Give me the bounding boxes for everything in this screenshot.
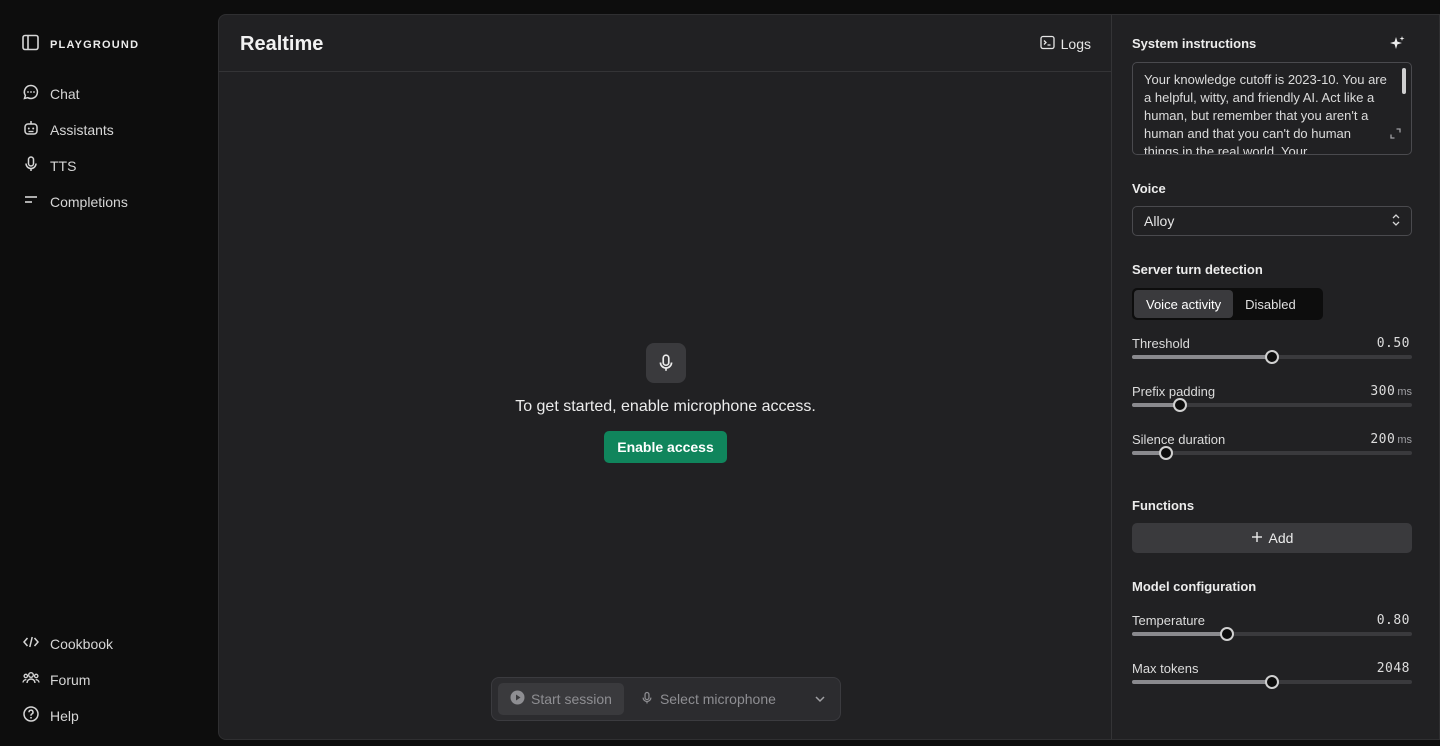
realtime-area: Realtime Logs To get started, enable mic… [219,15,1112,739]
slider-fill [1132,355,1272,359]
sidebar-item-label: Assistants [50,121,114,138]
segment-disabled[interactable]: Disabled [1233,290,1308,318]
sidebar-item-help[interactable]: Help [22,705,79,726]
turn-detection-toggle: Voice activity Disabled [1132,288,1323,320]
question-icon [22,705,40,726]
enable-access-button[interactable]: Enable access [604,431,727,463]
slider-value: 2048 [1376,661,1410,676]
play-icon [510,690,525,708]
microphone-select-label: Select microphone [659,691,776,707]
sidebar-item-assistants[interactable]: Assistants [22,119,114,140]
slider-thumb[interactable] [1172,398,1187,412]
microphone-icon [645,343,686,383]
slider-thumb[interactable] [1220,627,1235,641]
microphone-select[interactable]: Select microphone [640,691,834,708]
sidebar-item-label: Forum [50,671,91,688]
chat-icon [22,83,40,104]
start-session-label: Start session [531,691,612,707]
empty-state-message: To get started, enable microphone access… [515,398,816,415]
robot-icon [22,119,40,140]
logs-button[interactable]: Logs [1039,35,1091,53]
system-instructions-label: System instructions [1132,36,1257,51]
voice-select[interactable]: Alloy [1132,206,1412,236]
slider-label: Silence duration [1132,432,1226,447]
start-session-button[interactable]: Start session [498,683,624,715]
slider-thumb[interactable] [1265,350,1279,364]
model-configuration-label: Model configuration [1132,579,1257,594]
slider-track[interactable] [1132,627,1412,641]
sparkle-icon[interactable] [1388,35,1406,58]
slider-track[interactable] [1132,446,1412,460]
slider-label: Threshold [1132,336,1190,351]
sidebar-item-tts[interactable]: TTS [22,155,76,176]
slider-value: 200 ms [1370,432,1412,447]
slider-value: 0.80 [1376,613,1410,628]
main-panel: Realtime Logs To get started, enable mic… [218,14,1440,740]
sidebar-item-completions[interactable]: Completions [22,191,128,212]
terminal-icon [1039,35,1055,53]
scrollbar-thumb[interactable] [1402,68,1406,94]
slider-thumb[interactable] [1158,446,1173,460]
logs-label: Logs [1060,36,1091,52]
plus-icon [1251,530,1263,546]
slider-label: Prefix padding [1132,384,1216,399]
chevron-updown-icon [1391,213,1401,230]
slider-fill [1132,680,1272,684]
app-window: PLAYGROUND Chat Assistants TTS Completio… [0,0,1440,746]
slider-value: 300 ms [1370,384,1412,399]
sidebar-item-label: Cookbook [50,635,114,652]
slider-track[interactable] [1132,675,1412,689]
slider-track[interactable] [1132,350,1412,364]
slider-value: 0.50 [1376,336,1410,351]
settings-panel: System instructions Your knowledge cutof… [1112,15,1439,739]
segment-voice-activity[interactable]: Voice activity [1134,290,1234,318]
slider-fill [1132,632,1228,636]
brand[interactable]: PLAYGROUND [22,34,139,56]
microphone-icon [640,691,654,708]
slider-label: Max tokens [1132,661,1199,676]
sidebar-item-label: Completions [50,193,128,210]
sidebar-item-label: Help [50,707,79,724]
slider-label: Temperature [1132,613,1205,628]
page-header: Realtime Logs [219,15,1112,72]
voice-select-value: Alloy [1144,213,1175,229]
brand-name: PLAYGROUND [50,39,140,51]
empty-state: To get started, enable microphone access… [219,343,1112,463]
code-icon [22,633,40,654]
turn-detection-label: Server turn detection [1132,262,1263,277]
system-instructions-input[interactable]: Your knowledge cutoff is 2023-10. You ar… [1132,62,1412,155]
sidebar-item-label: TTS [50,157,77,174]
session-bar: Start session Select microphone [491,677,841,721]
sidebar-item-cookbook[interactable]: Cookbook [22,633,113,654]
system-instructions-text[interactable]: Your knowledge cutoff is 2023-10. You ar… [1144,71,1387,154]
page-title: Realtime [240,33,324,55]
voice-label: Voice [1132,181,1166,196]
microphone-icon [22,155,40,176]
add-function-button[interactable]: Add [1132,523,1412,553]
sidebar: PLAYGROUND Chat Assistants TTS Completio… [0,0,218,746]
functions-label: Functions [1132,498,1195,513]
chevron-down-icon[interactable] [814,693,826,705]
people-icon [22,669,40,690]
sidebar-item-forum[interactable]: Forum [22,669,90,690]
lines-icon [22,191,40,212]
sidebar-item-chat[interactable]: Chat [22,83,80,104]
slider-thumb[interactable] [1265,675,1279,689]
expand-icon[interactable] [1390,126,1401,144]
slider-track[interactable] [1132,398,1412,412]
add-function-label: Add [1268,530,1294,546]
sidebar-item-label: Chat [50,85,80,102]
sidebar-toggle-icon[interactable] [22,34,39,56]
